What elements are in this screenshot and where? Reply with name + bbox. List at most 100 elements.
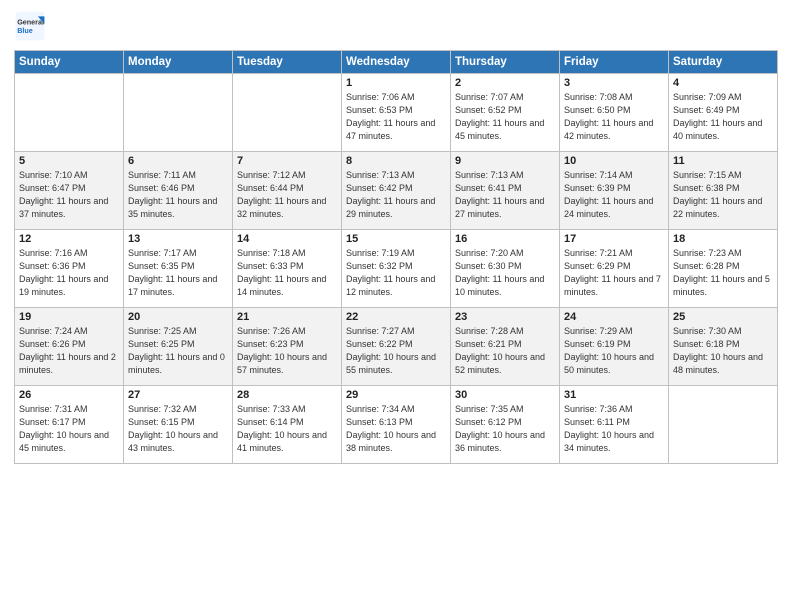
day-number: 10 (564, 155, 664, 167)
day-number: 13 (128, 233, 228, 245)
calendar-cell: 15Sunrise: 7:19 AM Sunset: 6:32 PM Dayli… (342, 230, 451, 308)
calendar-cell: 26Sunrise: 7:31 AM Sunset: 6:17 PM Dayli… (15, 386, 124, 464)
day-number: 15 (346, 233, 446, 245)
calendar-cell: 29 Sunrise: 7:34 AM Sunset: 6:13 PM Dayli… (342, 386, 451, 464)
day-info: Sunrise: 7:24 AM Sunset: 6:26 PM Dayligh… (19, 325, 119, 377)
calendar-header-sunday: Sunday (15, 51, 124, 74)
calendar-cell: 27 Sunrise: 7:32 AM Sunset: 6:15 PM Dayli… (124, 386, 233, 464)
calendar-cell: 1 Sunrise: 7:06 AM Sunset: 6:53 PM Daylig… (342, 74, 451, 152)
day-number: 8 (346, 155, 446, 167)
day-info: Sunrise: 7:23 AM Sunset: 6:28 PM Dayligh… (673, 247, 773, 299)
day-info: Sunrise: 7:30 AM Sunset: 6:18 PM Dayligh… (673, 325, 773, 377)
day-info: Sunrise: 7:34 AM Sunset: 6:13 PM Dayligh… (346, 403, 446, 455)
day-info: Sunrise: 7:17 AM Sunset: 6:35 PM Dayligh… (128, 247, 228, 299)
day-info: Sunrise: 7:36 AM Sunset: 6:11 PM Dayligh… (564, 403, 664, 455)
day-number: 17 (564, 233, 664, 245)
day-number: 29 (346, 389, 446, 401)
calendar-cell (124, 74, 233, 152)
calendar-header-thursday: Thursday (451, 51, 560, 74)
day-number: 18 (673, 233, 773, 245)
calendar-cell: 13 Sunrise: 7:17 AM Sunset: 6:35 PM Dayli… (124, 230, 233, 308)
calendar-cell: 8 Sunrise: 7:13 AM Sunset: 6:42 PM Daylig… (342, 152, 451, 230)
day-number: 12 (19, 233, 119, 245)
day-number: 7 (237, 155, 337, 167)
calendar-cell: 28Sunrise: 7:33 AM Sunset: 6:14 PM Dayli… (233, 386, 342, 464)
day-number: 9 (455, 155, 555, 167)
day-info: Sunrise: 7:12 AM Sunset: 6:44 PM Dayligh… (237, 169, 337, 221)
calendar-cell (669, 386, 778, 464)
day-info: Sunrise: 7:32 AM Sunset: 6:15 PM Dayligh… (128, 403, 228, 455)
calendar-header-monday: Monday (124, 51, 233, 74)
day-number: 1 (346, 77, 446, 89)
calendar-week-row: 1 Sunrise: 7:06 AM Sunset: 6:53 PM Daylig… (15, 74, 778, 152)
day-number: 14 (237, 233, 337, 245)
day-info: Sunrise: 7:28 AM Sunset: 6:21 PM Dayligh… (455, 325, 555, 377)
page: General Blue SundayMondayTuesdayWednesda… (0, 0, 792, 612)
day-number: 19 (19, 311, 119, 323)
calendar-week-row: 12 Sunrise: 7:16 AM Sunset: 6:36 PM Dayli… (15, 230, 778, 308)
calendar-cell: 17 Sunrise: 7:21 AM Sunset: 6:29 PM Dayli… (560, 230, 669, 308)
calendar-week-row: 5 Sunrise: 7:10 AM Sunset: 6:47 PM Daylig… (15, 152, 778, 230)
day-info: Sunrise: 7:15 AM Sunset: 6:38 PM Dayligh… (673, 169, 773, 221)
calendar-cell: 31Sunrise: 7:36 AM Sunset: 6:11 PM Dayli… (560, 386, 669, 464)
day-info: Sunrise: 7:06 AM Sunset: 6:53 PM Dayligh… (346, 91, 446, 143)
day-number: 2 (455, 77, 555, 89)
day-info: Sunrise: 7:29 AM Sunset: 6:19 PM Dayligh… (564, 325, 664, 377)
calendar-cell (233, 74, 342, 152)
calendar-header-row: SundayMondayTuesdayWednesdayThursdayFrid… (15, 51, 778, 74)
calendar-cell: 21 Sunrise: 7:26 AM Sunset: 6:23 PM Dayli… (233, 308, 342, 386)
day-number: 5 (19, 155, 119, 167)
calendar-cell: 19 Sunrise: 7:24 AM Sunset: 6:26 PM Dayli… (15, 308, 124, 386)
calendar-week-row: 26Sunrise: 7:31 AM Sunset: 6:17 PM Dayli… (15, 386, 778, 464)
calendar-cell: 23 Sunrise: 7:28 AM Sunset: 6:21 PM Dayli… (451, 308, 560, 386)
day-number: 6 (128, 155, 228, 167)
logo-icon: General Blue (14, 10, 46, 42)
day-number: 21 (237, 311, 337, 323)
day-number: 25 (673, 311, 773, 323)
calendar-cell: 3 Sunrise: 7:08 AM Sunset: 6:50 PM Daylig… (560, 74, 669, 152)
day-info: Sunrise: 7:11 AM Sunset: 6:46 PM Dayligh… (128, 169, 228, 221)
calendar-header-tuesday: Tuesday (233, 51, 342, 74)
day-number: 30 (455, 389, 555, 401)
calendar-cell: 25 Sunrise: 7:30 AM Sunset: 6:18 PM Dayli… (669, 308, 778, 386)
day-info: Sunrise: 7:35 AM Sunset: 6:12 PM Dayligh… (455, 403, 555, 455)
day-number: 20 (128, 311, 228, 323)
calendar-header-friday: Friday (560, 51, 669, 74)
day-info: Sunrise: 7:21 AM Sunset: 6:29 PM Dayligh… (564, 247, 664, 299)
day-number: 11 (673, 155, 773, 167)
day-info: Sunrise: 7:25 AM Sunset: 6:25 PM Dayligh… (128, 325, 228, 377)
day-number: 27 (128, 389, 228, 401)
day-info: Sunrise: 7:27 AM Sunset: 6:22 PM Dayligh… (346, 325, 446, 377)
calendar-cell: 18 Sunrise: 7:23 AM Sunset: 6:28 PM Dayli… (669, 230, 778, 308)
calendar-cell: 2Sunrise: 7:07 AM Sunset: 6:52 PM Daylig… (451, 74, 560, 152)
calendar-cell: 24 Sunrise: 7:29 AM Sunset: 6:19 PM Dayli… (560, 308, 669, 386)
day-info: Sunrise: 7:16 AM Sunset: 6:36 PM Dayligh… (19, 247, 119, 299)
calendar-cell: 22Sunrise: 7:27 AM Sunset: 6:22 PM Dayli… (342, 308, 451, 386)
logo: General Blue (14, 10, 50, 42)
calendar-cell: 12 Sunrise: 7:16 AM Sunset: 6:36 PM Dayli… (15, 230, 124, 308)
day-info: Sunrise: 7:13 AM Sunset: 6:42 PM Dayligh… (346, 169, 446, 221)
day-number: 16 (455, 233, 555, 245)
day-number: 28 (237, 389, 337, 401)
calendar-table: SundayMondayTuesdayWednesdayThursdayFrid… (14, 50, 778, 464)
day-number: 24 (564, 311, 664, 323)
day-number: 3 (564, 77, 664, 89)
day-info: Sunrise: 7:26 AM Sunset: 6:23 PM Dayligh… (237, 325, 337, 377)
calendar-week-row: 19 Sunrise: 7:24 AM Sunset: 6:26 PM Dayli… (15, 308, 778, 386)
calendar-cell: 14Sunrise: 7:18 AM Sunset: 6:33 PM Dayli… (233, 230, 342, 308)
svg-text:Blue: Blue (17, 26, 33, 35)
day-number: 23 (455, 311, 555, 323)
calendar-cell: 16 Sunrise: 7:20 AM Sunset: 6:30 PM Dayli… (451, 230, 560, 308)
day-info: Sunrise: 7:14 AM Sunset: 6:39 PM Dayligh… (564, 169, 664, 221)
day-info: Sunrise: 7:13 AM Sunset: 6:41 PM Dayligh… (455, 169, 555, 221)
calendar-header-wednesday: Wednesday (342, 51, 451, 74)
day-info: Sunrise: 7:20 AM Sunset: 6:30 PM Dayligh… (455, 247, 555, 299)
calendar-header-saturday: Saturday (669, 51, 778, 74)
day-info: Sunrise: 7:08 AM Sunset: 6:50 PM Dayligh… (564, 91, 664, 143)
calendar-cell (15, 74, 124, 152)
day-info: Sunrise: 7:10 AM Sunset: 6:47 PM Dayligh… (19, 169, 119, 221)
day-info: Sunrise: 7:09 AM Sunset: 6:49 PM Dayligh… (673, 91, 773, 143)
calendar-cell: 10 Sunrise: 7:14 AM Sunset: 6:39 PM Dayli… (560, 152, 669, 230)
calendar-cell: 6 Sunrise: 7:11 AM Sunset: 6:46 PM Daylig… (124, 152, 233, 230)
calendar-cell: 20 Sunrise: 7:25 AM Sunset: 6:25 PM Dayli… (124, 308, 233, 386)
